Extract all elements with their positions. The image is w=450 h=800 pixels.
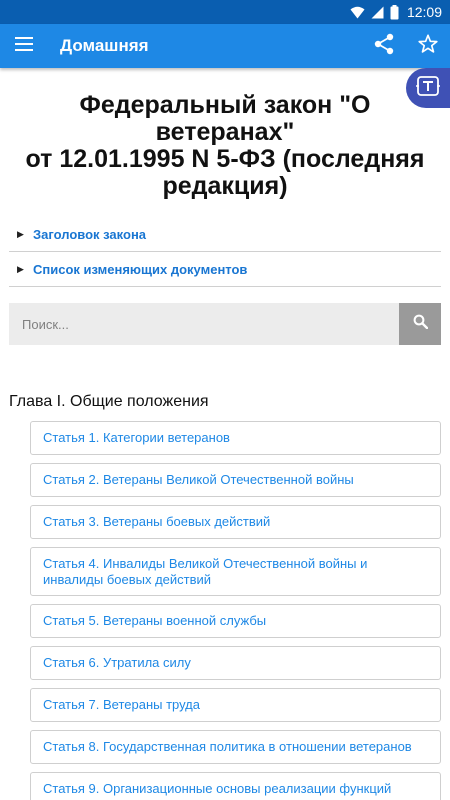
- section-label: Список изменяющих документов: [33, 261, 248, 277]
- expand-triangle-icon: ▶: [17, 228, 24, 239]
- article-link[interactable]: Статья 8. Государственная политика в отн…: [30, 730, 441, 764]
- article-link[interactable]: Статья 3. Ветераны боевых действий: [30, 505, 441, 539]
- document-title-line2: от 12.01.1995 N 5-ФЗ (последняя редакция…: [25, 145, 425, 200]
- status-bar: 12:09: [0, 0, 450, 24]
- expand-triangle-icon: ▶: [17, 263, 24, 274]
- favorite-button[interactable]: [406, 24, 450, 68]
- article-link[interactable]: Статья 1. Категории ветеранов: [30, 421, 441, 455]
- battery-icon: [390, 4, 399, 20]
- article-link[interactable]: Статья 4. Инвалиды Великой Отечественной…: [30, 547, 441, 596]
- text-format-button[interactable]: [406, 68, 450, 108]
- share-icon: [374, 33, 394, 60]
- menu-icon: [15, 36, 33, 56]
- article-link[interactable]: Статья 5. Ветераны военной службы: [30, 604, 441, 638]
- search-bar: [9, 303, 441, 345]
- article-link[interactable]: Статья 9. Организационные основы реализа…: [30, 772, 441, 800]
- search-icon: [413, 314, 428, 334]
- status-time: 12:09: [406, 4, 442, 20]
- article-link[interactable]: Статья 7. Ветераны труда: [30, 688, 441, 722]
- chapter-heading: Глава I. Общие положения: [9, 393, 209, 410]
- article-link[interactable]: Статья 6. Утратила силу: [30, 646, 441, 680]
- section-amending-documents[interactable]: ▶ Список изменяющих документов: [9, 252, 441, 287]
- document-sections: ▶ Заголовок закона ▶ Список изменяющих д…: [9, 217, 441, 287]
- document-title: Федеральный закон "О ветеранах" от 12.01…: [0, 92, 450, 200]
- star-icon: [417, 33, 439, 60]
- menu-button[interactable]: [0, 24, 48, 68]
- text-format-icon: [416, 75, 440, 102]
- article-list: Статья 1. Категории ветеранов Статья 2. …: [30, 421, 441, 800]
- app-title: Домашняя: [60, 36, 149, 55]
- search-input[interactable]: [9, 303, 399, 345]
- signal-icon: [371, 6, 384, 19]
- section-label: Заголовок закона: [33, 226, 147, 242]
- search-button[interactable]: [399, 303, 441, 345]
- app-bar: Домашняя: [0, 24, 450, 68]
- main-content: Федеральный закон "О ветеранах" от 12.01…: [0, 68, 450, 800]
- section-law-header[interactable]: ▶ Заголовок закона: [9, 217, 441, 252]
- wifi-icon: [350, 6, 365, 19]
- article-link[interactable]: Статья 2. Ветераны Великой Отечественной…: [30, 463, 441, 497]
- share-button[interactable]: [362, 24, 406, 68]
- document-title-line1: Федеральный закон "О ветеранах": [79, 91, 371, 146]
